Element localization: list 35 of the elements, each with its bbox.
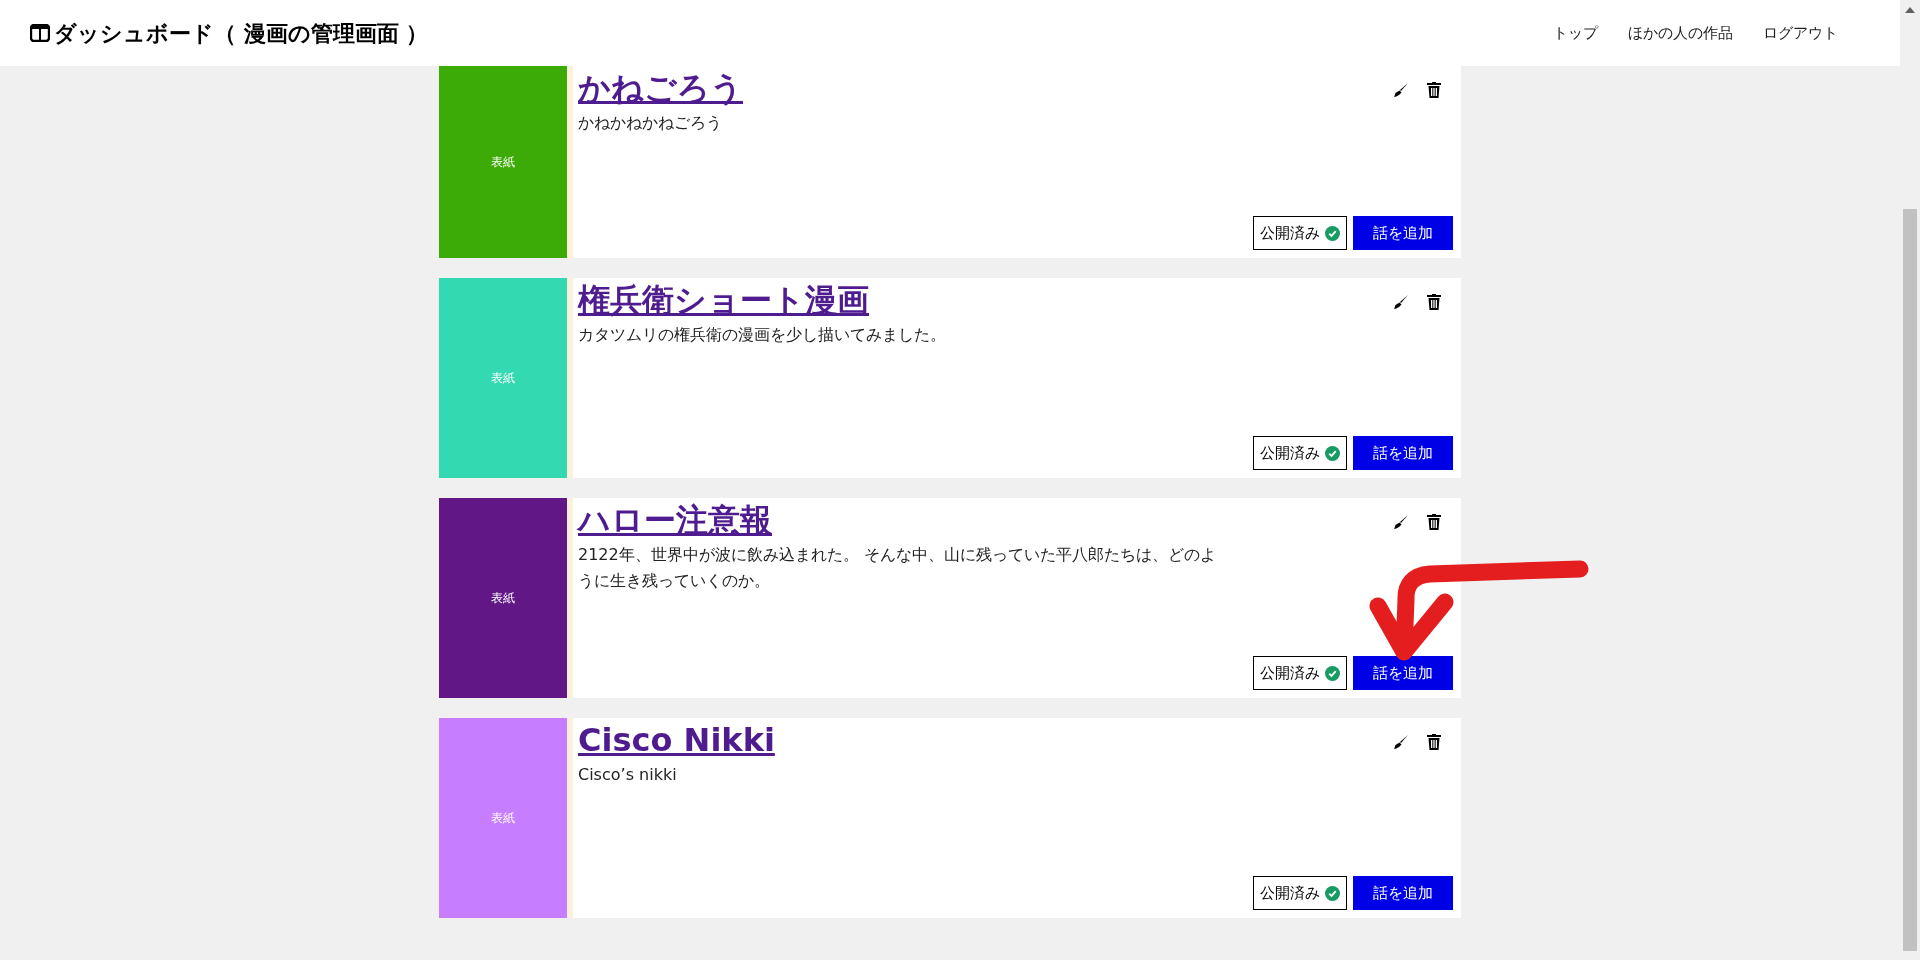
brush-icon[interactable] <box>1393 294 1409 310</box>
brush-icon[interactable] <box>1393 82 1409 98</box>
comic-description: Cisco’s nikki <box>578 764 678 786</box>
brush-icon[interactable] <box>1393 734 1409 750</box>
comic-title-link[interactable]: 権兵衛ショート漫画 <box>578 278 869 322</box>
comic-description: 2122年、世界中が波に飲み込まれた。 そんな中、山に残っていた平八郎たちは、どのように生き残っていくのか。 <box>578 544 1217 592</box>
trash-icon[interactable] <box>1427 294 1441 310</box>
status-badge: 公開済み <box>1253 216 1347 250</box>
comic-title-link[interactable]: ハロー注意報 <box>578 498 772 542</box>
comic-description: かねかねかねごろう <box>578 112 723 134</box>
add-episode-button[interactable]: 話を追加 <box>1353 436 1453 470</box>
comic-description: カタツムリの権兵衛の漫画を少し描いてみました。 <box>578 324 947 346</box>
brush-icon[interactable] <box>1393 514 1409 530</box>
scroll-up-icon[interactable] <box>1905 7 1915 13</box>
layout-icon <box>30 24 50 42</box>
trash-icon[interactable] <box>1427 514 1441 530</box>
cover-label: 表紙 <box>491 810 515 827</box>
add-episode-button[interactable]: 話を追加 <box>1353 656 1453 690</box>
page-title: ダッシュボード（ 漫画の管理画面 ） <box>54 19 429 48</box>
nav-link[interactable]: トップ <box>1553 21 1598 45</box>
trash-icon[interactable] <box>1427 82 1441 98</box>
cover-label: 表紙 <box>491 590 515 607</box>
add-episode-button[interactable]: 話を追加 <box>1353 216 1453 250</box>
cover-label: 表紙 <box>491 370 515 387</box>
comic-title-link[interactable]: かねごろう <box>578 66 743 110</box>
status-badge: 公開済み <box>1253 656 1347 690</box>
trash-icon[interactable] <box>1427 734 1441 750</box>
scrollbar-thumb[interactable] <box>1903 209 1917 951</box>
add-episode-button[interactable]: 話を追加 <box>1353 876 1453 910</box>
nav-link[interactable]: ログアウト <box>1763 21 1838 45</box>
cover-label: 表紙 <box>491 154 515 171</box>
status-badge: 公開済み <box>1253 876 1347 910</box>
comic-title-link[interactable]: Cisco Nikki <box>578 718 775 762</box>
status-badge: 公開済み <box>1253 436 1347 470</box>
nav-link[interactable]: ほかの人の作品 <box>1628 21 1733 45</box>
